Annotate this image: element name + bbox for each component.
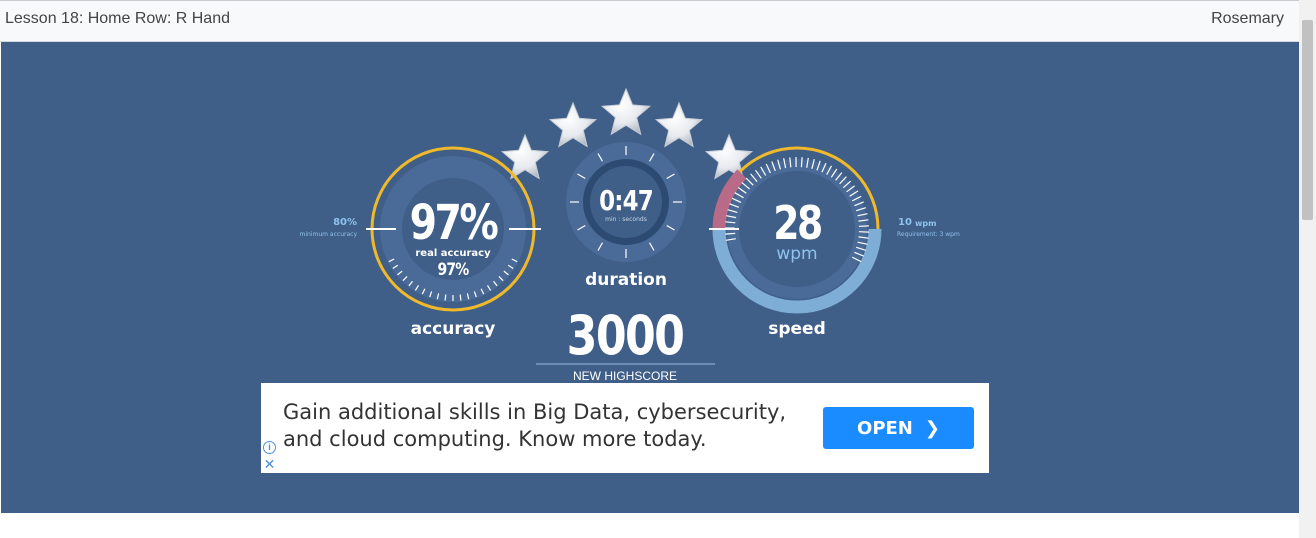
- close-icon[interactable]: ✕: [262, 457, 277, 472]
- ad-banner[interactable]: Gain additional skills in Big Data, cybe…: [261, 383, 989, 473]
- vertical-scrollbar[interactable]: [1299, 0, 1316, 538]
- speed-unit: wpm: [776, 244, 818, 264]
- tick-mark: [800, 157, 803, 168]
- tick-mark: [444, 294, 447, 301]
- lesson-title: Lesson 18: Home Row: R Hand: [5, 10, 230, 27]
- accuracy-sub-label: real accuracy: [415, 248, 491, 259]
- ad-text[interactable]: Gain additional skills in Big Data, cybe…: [283, 399, 803, 453]
- accuracy-value: 97%: [409, 195, 499, 251]
- user-name[interactable]: Rosemary: [1211, 10, 1284, 28]
- star-icon: [548, 101, 598, 148]
- lesson-header: Lesson 18: Home Row: R Hand Rosemary: [0, 0, 1316, 42]
- speed-label: speed: [768, 319, 826, 339]
- accuracy-sub-value: 97%: [437, 260, 470, 280]
- speed-req-unit: wpm: [915, 219, 937, 228]
- accuracy-min-label: minimum accuracy: [299, 231, 357, 238]
- ad-open-label: OPEN: [857, 417, 913, 439]
- star-icon: [654, 101, 704, 148]
- info-icon[interactable]: i: [263, 441, 276, 454]
- scrollbar-thumb[interactable]: [1302, 20, 1313, 220]
- score-value: 3000: [566, 304, 685, 367]
- chevron-right-icon: ❯: [924, 417, 940, 439]
- speed-req-label: Requirement: 3 wpm: [897, 231, 960, 238]
- duration-value: 0:47: [599, 184, 654, 217]
- duration-label: duration: [585, 270, 667, 290]
- tick-mark: [459, 294, 462, 301]
- accuracy-min-value: 80%: [333, 217, 357, 228]
- accuracy-label: accuracy: [410, 319, 496, 339]
- star-icon: [704, 133, 754, 180]
- ad-open-button[interactable]: OPEN ❯: [823, 407, 974, 449]
- tick-mark: [725, 232, 736, 235]
- duration-unit: min : seconds: [605, 216, 647, 223]
- speed-value: 28: [773, 196, 823, 250]
- star-icon: [600, 87, 652, 136]
- score-caption: NEW HIGHSCORE: [572, 369, 677, 383]
